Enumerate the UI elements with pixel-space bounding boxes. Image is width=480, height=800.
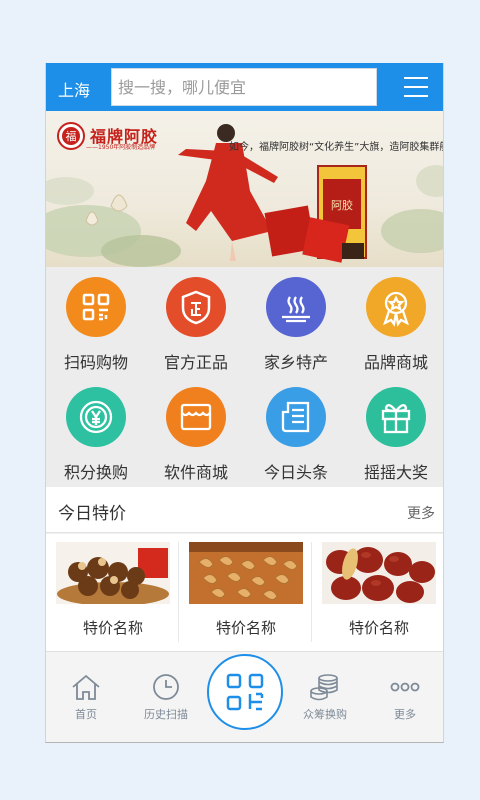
category-label: 摇摇大奖 [363,463,428,482]
category-label: 扫码购物 [63,353,128,372]
category-label: 品牌商城 [363,353,428,372]
gift-icon [366,387,426,447]
category-label: 家乡特产 [263,353,328,372]
tab-label: 历史扫描 [144,708,188,721]
clock-icon [153,674,179,700]
deals-title: 今日特价 [58,504,126,524]
tab-label: 首页 [75,708,97,721]
tab-home[interactable]: 首页 [46,672,126,722]
bottom-tab-bar: 首页 历史扫描 众筹换购 更多 [46,651,443,742]
deals-list: 特价名称 特价名称 特价名称 [46,534,443,651]
promo-banner[interactable]: 福 福牌阿胶 ——1950年阿胶制造品牌 如今，福牌阿胶树“文化养生”大旗，造阿… [46,111,443,267]
qr-icon [66,277,126,337]
tab-label: 众筹换购 [303,708,347,721]
phone-screen: 上海 搜一搜，哪儿便宜 福 福牌阿胶 ——1950年阿胶制造品牌 如今，福牌阿胶… [45,63,444,743]
scan-button[interactable] [207,654,283,730]
yen-coin-icon [66,387,126,447]
menu-icon[interactable] [404,77,428,97]
category-software-store[interactable]: 软件商城 [146,377,246,487]
deal-item[interactable]: 特价名称 [316,542,442,642]
product-label-layer: 阿胶 [331,198,353,212]
coins-icon [310,674,338,701]
category-brand-mall[interactable]: 品牌商城 [346,267,443,377]
tab-history[interactable]: 历史扫描 [126,672,206,722]
deals-section-header: 今日特价 更多 [46,487,443,533]
search-box[interactable] [111,68,377,106]
category-label: 软件商城 [163,463,228,482]
deal-item[interactable]: 特价名称 [183,542,309,642]
category-label: 积分换购 [63,463,128,482]
category-scan-shopping[interactable]: 扫码购物 [46,267,146,377]
deal-name: 特价名称 [82,619,143,637]
category-label: 官方正品 [163,353,228,372]
category-official[interactable]: 官方正品 [146,267,246,377]
more-icon [390,682,420,692]
tab-more[interactable]: 更多 [365,672,443,722]
deal-image-dates [322,542,436,604]
steam-dish-icon [266,277,326,337]
category-hometown[interactable]: 家乡特产 [246,267,346,377]
category-grid: 扫码购物 官方正品 家乡特产 品牌商城 积分换购 软件商城 今日头条 摇摇大奖 [46,267,443,487]
shop-icon [166,387,226,447]
category-headlines[interactable]: 今日头条 [246,377,346,487]
tab-crowdfund[interactable]: 众筹换购 [285,672,365,722]
deal-name: 特价名称 [215,619,276,637]
home-icon [72,674,100,700]
deals-more-link[interactable]: 更多 [407,503,435,523]
divider [178,542,179,642]
deal-item[interactable]: 特价名称 [50,542,176,642]
search-input[interactable] [112,69,376,105]
city-selector[interactable]: 上海 [58,77,90,101]
category-points-exchange[interactable]: 积分换购 [46,377,146,487]
category-label: 今日头条 [263,463,328,482]
news-icon [266,387,326,447]
shield-icon [166,277,226,337]
divider [311,542,312,642]
category-shake-prize[interactable]: 摇摇大奖 [346,377,443,487]
medal-icon [366,277,426,337]
product-label: 阿胶 [331,198,353,212]
deal-image-cashews [189,542,303,604]
deal-image-chestnuts [56,542,170,604]
tab-label: 更多 [394,708,416,721]
top-bar: 上海 [46,63,443,111]
scan-icon [226,673,264,711]
deal-name: 特价名称 [348,619,409,637]
